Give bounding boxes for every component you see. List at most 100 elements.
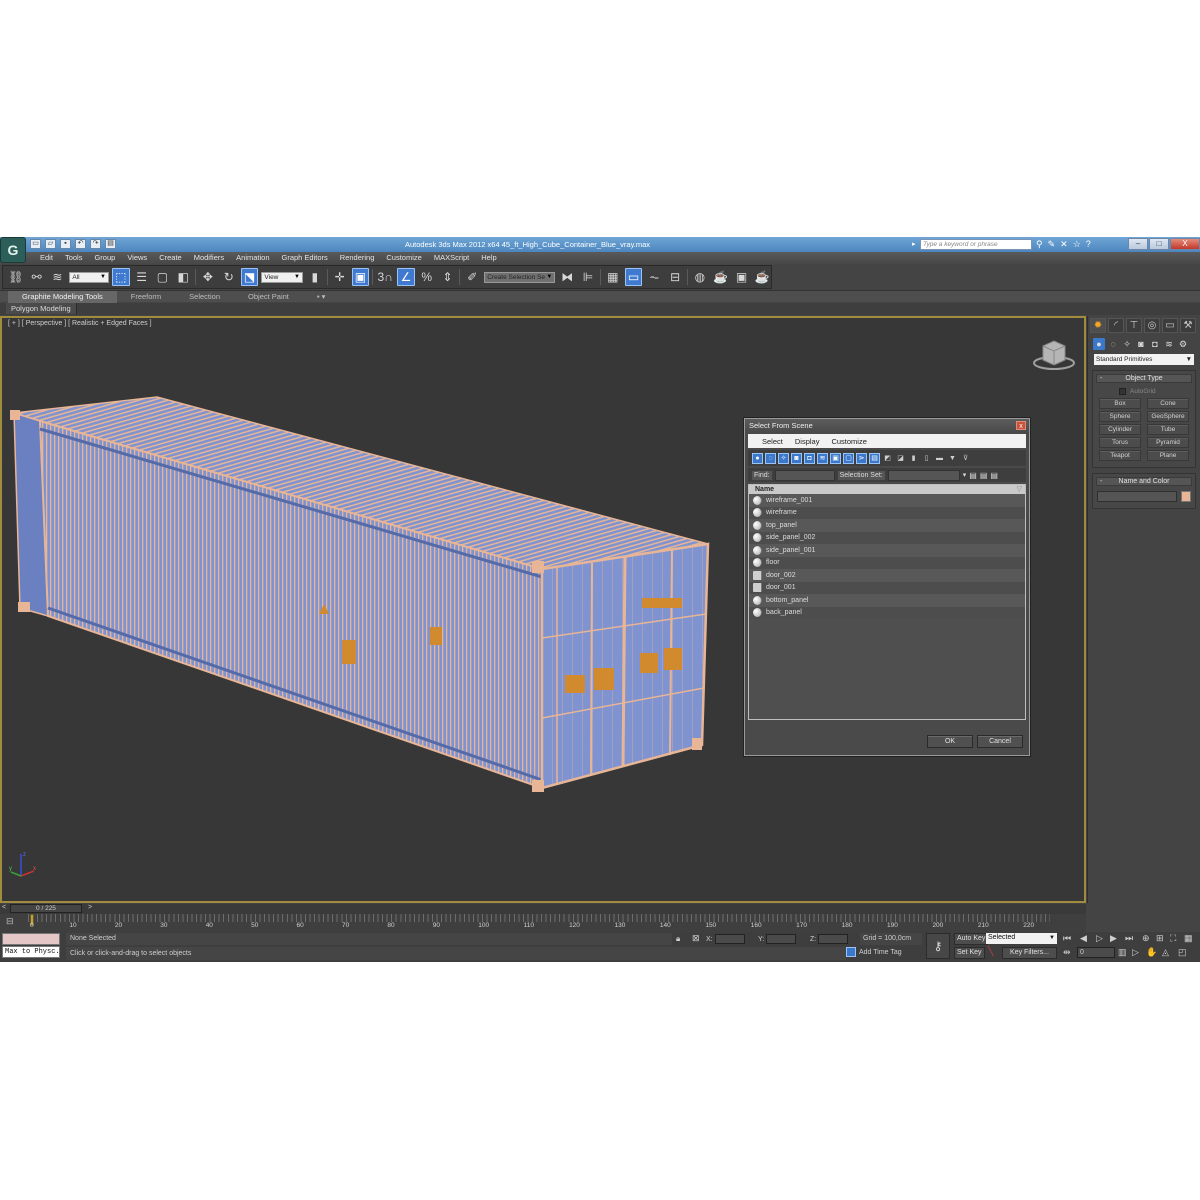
primitive-tube-button[interactable]: Tube <box>1147 424 1189 435</box>
cameras-filter-icon[interactable]: ◙ <box>791 452 802 464</box>
list-item[interactable]: wireframe_001 <box>749 494 1025 507</box>
search-expand-icon[interactable]: ▸ <box>912 240 916 248</box>
field-of-view-icon[interactable]: ▷ <box>1132 947 1139 958</box>
save-file-icon[interactable]: ▪ <box>60 239 71 249</box>
utilities-tab-icon[interactable]: ⚒ <box>1180 318 1196 333</box>
new-file-icon[interactable]: ▭ <box>30 239 41 249</box>
auto-key-button[interactable]: Auto Key <box>954 933 989 945</box>
set-key-button[interactable]: Set Key <box>954 947 985 959</box>
go-to-start-icon[interactable]: ⏮ <box>1063 933 1071 944</box>
display-tab-icon[interactable]: ▭ <box>1162 318 1178 333</box>
menu-views[interactable]: Views <box>121 253 153 263</box>
groups-filter-icon[interactable]: ▣ <box>830 452 841 464</box>
maximize-viewport-icon[interactable]: ◰ <box>1178 947 1187 958</box>
primitive-pyramid-button[interactable]: Pyramid <box>1147 437 1189 448</box>
helpers-category-icon[interactable]: ◘ <box>1149 338 1161 350</box>
align-icon[interactable]: ⊫ <box>579 268 597 286</box>
menu-maxscript[interactable]: MAXScript <box>428 253 475 263</box>
list-item[interactable]: door_002 <box>749 569 1025 582</box>
list-item[interactable]: back_panel <box>749 606 1025 619</box>
add-set-icon[interactable]: ▤ <box>980 471 988 480</box>
select-object-icon[interactable]: ⬚ <box>111 268 130 286</box>
infocenter-search-input[interactable]: Type a keyword or phrase <box>920 239 1032 250</box>
keyboard-shortcut-override-icon[interactable]: ▣ <box>351 268 370 286</box>
display-invert-icon[interactable]: ▬ <box>934 453 945 464</box>
shapes-category-icon[interactable]: ◌ <box>1107 338 1119 350</box>
previous-frame-button[interactable]: < <box>2 904 6 911</box>
menu-edit[interactable]: Edit <box>34 253 59 263</box>
mini-curve-editor-icon[interactable]: ⊟ <box>6 916 20 926</box>
lights-filter-icon[interactable]: ✧ <box>778 452 789 464</box>
motion-tab-icon[interactable]: ◎ <box>1144 318 1160 333</box>
window-crossing-icon[interactable]: ◧ <box>174 268 192 286</box>
checkbox[interactable] <box>1119 387 1126 395</box>
curve-editor-icon[interactable]: ⏦ <box>645 268 663 286</box>
name-color-header[interactable]: - Name and Color <box>1096 477 1192 486</box>
lights-category-icon[interactable]: ✧ <box>1121 338 1133 350</box>
selection-filter-dropdown[interactable]: All ▼ <box>69 271 109 283</box>
cancel-button[interactable]: Cancel <box>977 735 1023 748</box>
named-selection-dropdown[interactable]: Create Selection Se ▼ <box>484 271 556 283</box>
primitive-teapot-button[interactable]: Teapot <box>1099 450 1141 461</box>
filter-icon[interactable]: ▼ <box>947 453 958 464</box>
menu-customize[interactable]: Customize <box>380 253 427 263</box>
menu-rendering[interactable]: Rendering <box>334 253 381 263</box>
list-item[interactable]: floor <box>749 556 1025 569</box>
menu-modifiers[interactable]: Modifiers <box>188 253 230 263</box>
favorites-star-icon[interactable]: ☆ <box>1073 239 1081 250</box>
redo-icon[interactable]: ↷ <box>90 239 101 249</box>
project-folder-icon[interactable]: ▤ <box>105 239 116 249</box>
y-input[interactable] <box>766 934 797 944</box>
primitive-box-button[interactable]: Box <box>1099 398 1141 409</box>
move-icon[interactable]: ✥ <box>199 268 217 286</box>
lock-selection-icon[interactable]: 🔒︎ <box>676 934 680 944</box>
z-input[interactable] <box>818 934 849 944</box>
dialog-menu-select[interactable]: Select <box>756 437 789 446</box>
subscription-icon[interactable]: ✕ <box>1060 239 1068 250</box>
list-item[interactable]: wireframe <box>749 506 1025 519</box>
next-frame-icon[interactable]: ▶ <box>1110 933 1117 944</box>
viewcube[interactable] <box>1030 336 1078 372</box>
pivot-center-icon[interactable]: ▮ <box>306 268 324 286</box>
ribbon-tab-selection[interactable]: Selection <box>175 291 234 303</box>
zoom-extents-all-icon[interactable]: ▦ <box>1184 933 1193 944</box>
dialog-close-button[interactable]: x <box>1016 421 1026 430</box>
render-production-icon[interactable]: ☕ <box>753 268 771 286</box>
angle-snap-icon[interactable]: ∠ <box>397 268 415 286</box>
spacewarps-filter-icon[interactable]: ≋ <box>817 452 828 464</box>
zoom-extents-icon[interactable]: ⛶ <box>1170 933 1176 944</box>
select-by-name-icon[interactable]: ☰ <box>133 268 151 286</box>
list-item[interactable]: top_panel <box>749 519 1025 532</box>
default-tangent-icon[interactable]: ╲ <box>988 946 993 957</box>
menu-create[interactable]: Create <box>153 253 188 263</box>
cameras-category-icon[interactable]: ◙ <box>1135 338 1147 350</box>
select-set-icon[interactable]: ▤ <box>969 471 977 480</box>
rendered-frame-window-icon[interactable]: ▣ <box>733 268 751 286</box>
perspective-viewport[interactable]: [ + ] [ Perspective ] [ Realistic + Edge… <box>0 316 1086 903</box>
undo-icon[interactable]: ↶ <box>75 239 86 249</box>
manipulate-icon[interactable]: ✛ <box>331 268 349 286</box>
modify-tab-icon[interactable]: ◜ <box>1108 318 1124 333</box>
ribbon-tab-freeform[interactable]: Freeform <box>117 291 175 303</box>
time-slider-thumb[interactable]: 0 / 225 <box>10 904 82 913</box>
create-tab-icon[interactable]: ✹ <box>1090 318 1106 333</box>
application-menu-button[interactable]: G <box>0 237 26 263</box>
primitive-geosphere-button[interactable]: GeoSphere <box>1147 411 1189 422</box>
selection-set-dropdown[interactable] <box>887 469 960 481</box>
menu-help[interactable]: Help <box>475 253 502 263</box>
spacewarps-category-icon[interactable]: ≋ <box>1163 338 1175 350</box>
current-frame-input[interactable]: 0 <box>1077 947 1115 958</box>
mirror-icon[interactable]: ⧓ <box>558 268 576 286</box>
previous-frame-icon[interactable]: ◀ <box>1080 933 1087 944</box>
schematic-view-icon[interactable]: ⊟ <box>666 268 684 286</box>
hidden-filter-icon[interactable]: ◪ <box>895 453 906 464</box>
maxscript-mini-listener[interactable]: Max to Physc. <box>2 946 60 958</box>
display-all-icon[interactable]: ▮ <box>908 453 919 464</box>
time-slider[interactable]: < 0 / 225 > <box>0 904 1086 914</box>
graphite-toggle-icon[interactable]: ▭ <box>624 268 643 286</box>
maximize-button[interactable]: □ <box>1149 238 1169 250</box>
column-filter-icon[interactable]: ▽ <box>1017 485 1022 494</box>
remove-set-icon[interactable]: ▤ <box>990 471 998 480</box>
scale-icon[interactable]: ⬔ <box>240 268 259 286</box>
autogrid-checkbox[interactable]: AutoGrid <box>1093 386 1195 396</box>
